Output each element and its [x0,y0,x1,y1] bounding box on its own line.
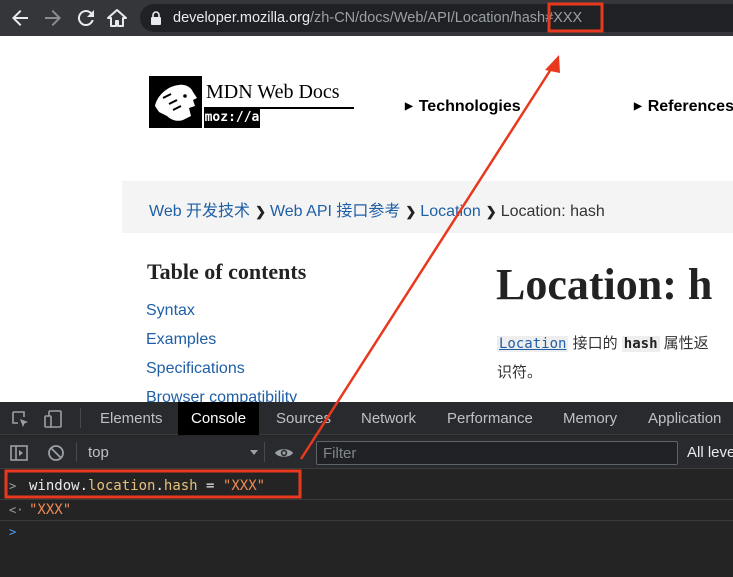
context-selector[interactable]: top [88,444,109,461]
expand-triangle-icon: ▶ [405,101,413,112]
token-window: window [29,478,80,494]
toc-title: Table of contents [147,259,307,284]
browser-toolbar: developer.mozilla.org/zh-CN/docs/Web/API… [0,0,733,36]
devtools-tabbar: Elements Console Sources Network Perform… [0,402,733,435]
toc-link-browser-compat[interactable]: Browser compatibility [146,389,297,402]
console-output: > window.location.hash = "XXX" <· "XXX" … [0,470,733,577]
home-icon[interactable] [105,6,129,30]
logo-title: MDN Web Docs [206,81,340,103]
eye-icon[interactable] [274,443,294,463]
breadcrumb: Web 开发技术 ❯ Web API 接口参考 ❯ Location ❯ Location:… [149,197,605,221]
tab-sources[interactable]: Sources [276,402,331,435]
desc-text-1: 接口的 [568,335,622,352]
chevron-right-icon: ❯ [405,204,417,219]
logo-wordmark: MDN Web Docs moz://a [202,76,354,128]
mdn-page: MDN Web Docs moz://a ▶ Technologies ▶ Refe… [0,36,733,402]
article-description-line2: 识符。 [497,364,543,381]
breadcrumb-web-tech[interactable]: Web 开发技术 [149,203,250,220]
console-toolbar: top All leve [0,436,733,469]
address-bar[interactable]: developer.mozilla.org/zh-CN/docs/Web/API… [140,4,733,32]
token-location: location [88,478,156,494]
toc-link-examples[interactable]: Examples [146,331,216,349]
breadcrumb-bar: Web 开发技术 ❯ Web API 接口参考 ❯ Location ❯ Location:… [122,181,733,233]
page-title: Location: h [496,260,713,309]
breadcrumb-web-api[interactable]: Web API 接口参考 [270,203,400,220]
lock-icon [151,11,161,25]
clear-console-icon[interactable] [46,443,66,463]
console-result: "XXX" [29,502,72,518]
nav-technologies[interactable]: ▶ Technologies [405,98,521,116]
nav-references-label: References [647,98,733,115]
url-path: /zh-CN/docs/Web/API/Location/hash [310,10,546,26]
token-assign: = [197,478,223,494]
url-text: developer.mozilla.org/zh-CN/docs/Web/API… [173,10,582,26]
devtools-panel: Elements Console Sources Network Perform… [0,402,733,577]
nav-references[interactable]: ▶ References [634,98,733,116]
desc-text-2: 属性返 [659,335,709,352]
prompt-chevron-icon: > [9,525,17,539]
reload-icon[interactable] [74,6,98,30]
token-hash: hash [163,478,198,494]
chevron-right-icon: ❯ [255,204,266,219]
console-divider [0,499,733,500]
filter-input[interactable] [316,441,678,465]
tab-application[interactable]: Application [648,402,721,435]
tab-performance[interactable]: Performance [447,402,533,435]
breadcrumb-current: Location: hash [500,203,605,220]
device-toolbar-icon[interactable] [43,409,63,429]
token-string: "XXX" [222,478,266,494]
input-prompt-icon: > [9,479,17,493]
console-command: window.location.hash = "XXX" [29,478,265,494]
mozilla-wordmark: moz://a [204,108,260,128]
tab-memory[interactable]: Memory [563,402,617,435]
nav-technologies-label: Technologies [418,98,521,115]
token-dot: . [79,478,89,494]
chevron-down-icon[interactable] [250,450,258,455]
url-host: developer.mozilla.org [173,10,311,26]
inspect-element-icon[interactable] [10,409,30,429]
token-dot: . [155,478,164,494]
back-arrow-icon[interactable] [8,6,32,30]
tab-console[interactable]: Console [178,402,260,435]
forward-arrow-icon[interactable] [41,6,65,30]
dinosaur-logo-icon [149,76,202,128]
log-levels-dropdown[interactable]: All leve [687,444,733,461]
url-hash: #XXX [545,10,583,26]
expand-triangle-icon: ▶ [634,101,642,112]
console-divider [0,520,733,521]
hash-code: hash [621,336,660,352]
sidebar-toggle-icon[interactable] [9,443,29,463]
article-description: Location 接口的 hash 属性返 [497,332,709,353]
toolbar-divider [264,442,265,462]
breadcrumb-location[interactable]: Location [420,203,481,220]
tab-network[interactable]: Network [361,402,416,435]
toc-link-syntax[interactable]: Syntax [146,302,195,320]
output-prompt-icon: <· [9,503,24,517]
tab-divider [80,408,81,428]
mdn-logo[interactable]: MDN Web Docs moz://a [149,76,354,128]
toc-link-specifications[interactable]: Specifications [146,360,245,378]
chevron-right-icon: ❯ [485,204,497,219]
toolbar-divider [76,442,77,462]
location-link[interactable]: Location [497,336,569,352]
tab-elements[interactable]: Elements [100,402,163,435]
